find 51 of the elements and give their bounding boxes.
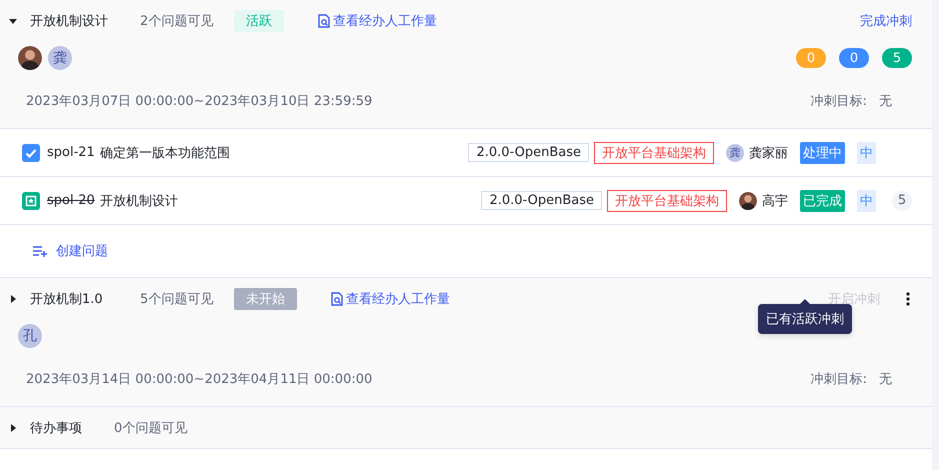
avatar: 孔 — [18, 324, 42, 348]
goal-label: 冲刺目标: — [810, 93, 867, 110]
issue-count: 2个问题可见 — [140, 13, 214, 30]
expand-caret-icon[interactable] — [8, 422, 18, 432]
sprint-status-badge: 未开始 — [234, 288, 297, 310]
workload-link[interactable]: 查看经办人工作量 — [331, 290, 450, 308]
expand-caret-icon[interactable] — [8, 294, 18, 304]
issue-status-badge: 已完成 — [800, 190, 845, 212]
checkbox-icon — [22, 144, 40, 162]
priority-badge: 中 — [857, 142, 876, 164]
goal-label: 冲刺目标: — [810, 371, 867, 388]
issue-status-badge: 处理中 — [800, 142, 845, 164]
issue-title: 开放机制设计 — [100, 192, 178, 210]
issue-title: 确定第一版本功能范围 — [100, 144, 230, 162]
sprint-name: 开放机制设计 — [30, 13, 109, 30]
bookmark-icon — [22, 192, 40, 210]
avatar: 龚 — [726, 144, 744, 162]
issue-count-pill: 0 — [839, 48, 869, 68]
version-tag: 2.0.0-OpenBase — [468, 143, 589, 162]
add-list-icon — [32, 245, 48, 257]
complete-sprint-button[interactable]: 完成冲刺 — [860, 12, 912, 30]
goal-value: 无 — [879, 93, 892, 110]
assignee-name: 高宇 — [762, 192, 788, 210]
issue-count: 5个问题可见 — [140, 291, 214, 308]
issue-count: 0个问题可见 — [114, 420, 188, 436]
epic-tag: 开放平台基础架构 — [607, 190, 727, 212]
create-issue-button[interactable]: 创建问题 — [32, 242, 108, 260]
avatar — [18, 46, 42, 70]
story-points: 5 — [892, 190, 912, 210]
backlog-name: 待办事项 — [30, 420, 83, 436]
document-search-icon — [318, 14, 330, 28]
assignee-name: 龚家丽 — [749, 144, 788, 162]
collapse-caret-icon[interactable] — [8, 16, 18, 26]
document-search-icon — [331, 292, 343, 306]
avatar — [739, 192, 757, 210]
issue-key[interactable]: spol-20 — [47, 193, 95, 208]
tooltip: 已有活跃冲刺 — [758, 304, 852, 334]
workload-link[interactable]: 查看经办人工作量 — [318, 12, 437, 30]
priority-badge: 中 — [857, 190, 876, 212]
goal-value: 无 — [879, 371, 892, 388]
more-menu-icon[interactable] — [906, 292, 910, 306]
date-range: 2023年03月14日 00:00:00~2023年04月11日 00:00:00 — [26, 371, 372, 388]
issue-key[interactable]: spol-21 — [47, 145, 95, 160]
date-range: 2023年03月07日 00:00:00~2023年03月10日 23:59:59 — [26, 93, 372, 110]
epic-tag: 开放平台基础架构 — [594, 142, 714, 164]
issue-count-pill: 0 — [796, 48, 826, 68]
version-tag: 2.0.0-OpenBase — [481, 191, 602, 210]
avatar: 龚 — [48, 46, 72, 70]
sprint-name: 开放机制1.0 — [30, 291, 104, 308]
sprint-status-badge: 活跃 — [234, 10, 284, 32]
issue-count-pill: 5 — [882, 48, 912, 68]
